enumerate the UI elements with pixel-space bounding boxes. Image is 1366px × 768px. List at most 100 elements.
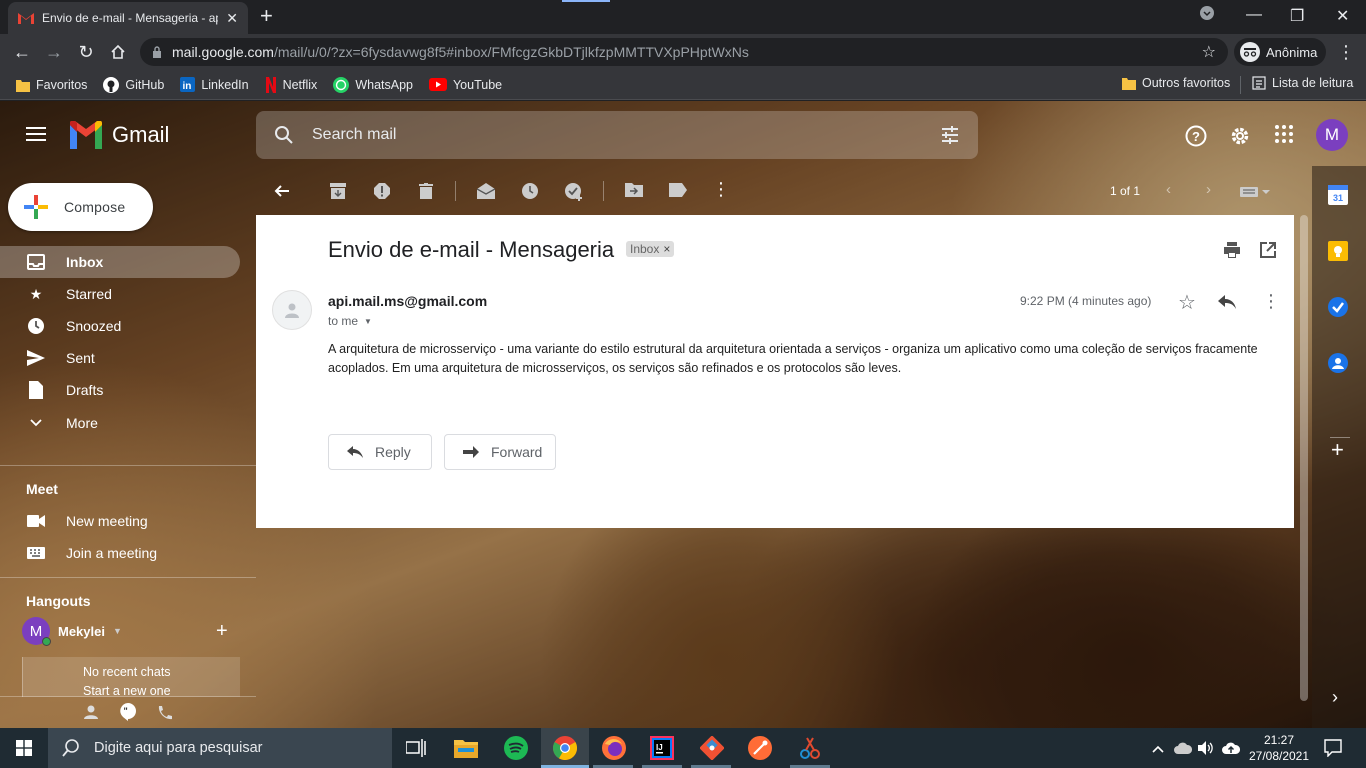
report-spam-icon[interactable] bbox=[374, 183, 390, 199]
new-tab-icon[interactable]: + bbox=[260, 5, 273, 27]
main-menu-icon[interactable] bbox=[26, 127, 46, 145]
file-explorer-icon[interactable] bbox=[452, 734, 480, 762]
incognito-profile-button[interactable]: Anônima bbox=[1234, 38, 1326, 66]
firefox-icon[interactable] bbox=[600, 734, 628, 762]
notifications-icon[interactable] bbox=[1324, 739, 1342, 757]
search-options-icon[interactable] bbox=[940, 125, 960, 145]
meet-new-meeting[interactable]: New meeting bbox=[0, 505, 240, 537]
minimize-icon[interactable]: — bbox=[1246, 6, 1262, 24]
sidebar-item-snoozed[interactable]: Snoozed bbox=[0, 310, 240, 342]
compose-button[interactable]: Compose bbox=[8, 183, 153, 231]
system-clock[interactable]: 21:27 27/08/2021 bbox=[1244, 732, 1314, 764]
sender-avatar bbox=[272, 290, 312, 330]
calendar-icon[interactable]: 31 bbox=[1328, 185, 1348, 205]
tab-close-icon[interactable]: ✕ bbox=[226, 10, 238, 27]
reply-button[interactable]: Reply bbox=[328, 434, 432, 470]
search-input[interactable]: Search mail bbox=[312, 126, 396, 144]
start-new-chat-link[interactable]: Start a new one bbox=[83, 682, 240, 701]
move-to-icon[interactable] bbox=[625, 183, 643, 197]
restore-icon[interactable]: ❐ bbox=[1290, 6, 1304, 26]
hangouts-chat-icon[interactable]: " bbox=[119, 703, 137, 721]
chevron-right-icon[interactable]: › bbox=[1206, 181, 1211, 198]
reply-icon[interactable] bbox=[1218, 295, 1236, 309]
sidebar-item-sent[interactable]: Sent bbox=[0, 342, 240, 374]
bookmark-netflix[interactable]: Netflix bbox=[257, 76, 326, 93]
scrollbar-thumb[interactable] bbox=[1300, 215, 1308, 701]
tasks-icon[interactable] bbox=[1328, 297, 1348, 317]
bookmark-favoritos[interactable]: Favoritos bbox=[0, 78, 95, 92]
tab-search-icon[interactable] bbox=[1200, 6, 1214, 25]
home-icon[interactable] bbox=[108, 42, 128, 62]
reload-icon[interactable]: ↻ bbox=[76, 42, 96, 62]
label-tag-icon[interactable] bbox=[669, 183, 687, 197]
onedrive-cloud-icon[interactable] bbox=[1174, 742, 1192, 754]
chevron-down-icon[interactable]: ▼ bbox=[364, 317, 372, 326]
bookmark-star-icon[interactable]: ☆ bbox=[1202, 42, 1216, 62]
intellij-icon[interactable]: IJ bbox=[648, 734, 676, 762]
help-icon[interactable]: ? bbox=[1185, 125, 1207, 147]
delete-trash-icon[interactable] bbox=[419, 183, 433, 199]
snooze-clock-icon[interactable] bbox=[522, 183, 538, 199]
apps-grid-icon[interactable] bbox=[1275, 125, 1293, 143]
snipping-tool-icon[interactable] bbox=[796, 734, 824, 762]
bookmark-youtube[interactable]: YouTube bbox=[421, 78, 510, 92]
cloud-upload-icon[interactable] bbox=[1222, 741, 1240, 755]
open-new-window-icon[interactable] bbox=[1260, 242, 1276, 258]
archive-icon[interactable] bbox=[330, 183, 346, 199]
browser-tab[interactable]: Envio de e-mail - Mensageria - api ✕ bbox=[8, 2, 248, 34]
phone-icon[interactable] bbox=[157, 705, 173, 721]
bookmark-reading-list[interactable]: Lista de leitura bbox=[1244, 76, 1361, 90]
contacts-icon[interactable] bbox=[1328, 353, 1348, 373]
search-bar[interactable]: Search mail bbox=[256, 111, 978, 159]
spotify-icon[interactable] bbox=[502, 734, 530, 762]
inbox-icon bbox=[26, 254, 46, 270]
task-view-icon[interactable] bbox=[406, 739, 426, 757]
more-options-icon[interactable]: ⋮ bbox=[1262, 291, 1280, 312]
forward-icon[interactable]: → bbox=[44, 42, 64, 62]
forward-button[interactable]: Forward bbox=[444, 434, 556, 470]
print-icon[interactable] bbox=[1224, 242, 1240, 258]
search-icon[interactable] bbox=[274, 125, 294, 145]
main-scrollbar[interactable] bbox=[1298, 215, 1310, 701]
star-icon[interactable]: ☆ bbox=[1178, 290, 1196, 315]
bookmark-linkedin[interactable]: in LinkedIn bbox=[172, 77, 256, 92]
sidebar-item-more[interactable]: More bbox=[0, 407, 240, 439]
sidebar-item-drafts[interactable]: Drafts bbox=[0, 374, 240, 406]
bookmark-outros-favoritos[interactable]: Outros favoritos bbox=[1114, 76, 1238, 90]
meet-join-meeting[interactable]: Join a meeting bbox=[0, 537, 240, 569]
show-hidden-icons-chevron-icon[interactable] bbox=[1152, 740, 1164, 756]
address-bar[interactable]: mail.google.com/mail/u/0/?zx=6fysdavwg8f… bbox=[140, 38, 1228, 66]
account-avatar[interactable]: M bbox=[1316, 119, 1348, 151]
sidebar-item-inbox[interactable]: Inbox bbox=[0, 246, 240, 278]
keep-notes-icon[interactable] bbox=[1328, 241, 1348, 261]
sidebar-item-starred[interactable]: ★ Starred bbox=[0, 278, 240, 310]
taskbar-search-box[interactable]: Digite aqui para pesquisar bbox=[48, 728, 392, 768]
sender-email[interactable]: api.mail.ms@gmail.com bbox=[328, 293, 487, 309]
settings-gear-icon[interactable] bbox=[1229, 125, 1251, 147]
input-tools-keyboard-icon[interactable] bbox=[1240, 187, 1270, 197]
recipient-details[interactable]: to me ▼ bbox=[328, 314, 372, 328]
show-side-panel-chevron-icon[interactable]: › bbox=[1332, 687, 1338, 708]
gmail-logo[interactable]: Gmail bbox=[68, 121, 169, 149]
back-to-inbox-icon[interactable] bbox=[274, 183, 290, 199]
more-actions-icon[interactable]: ⋮ bbox=[712, 180, 730, 198]
add-chat-icon[interactable]: + bbox=[216, 621, 228, 641]
get-addons-plus-icon[interactable]: + bbox=[1331, 439, 1344, 461]
volume-speaker-icon[interactable] bbox=[1198, 741, 1214, 755]
remove-label-icon[interactable]: × bbox=[663, 242, 670, 256]
chevron-left-icon[interactable]: ‹ bbox=[1166, 181, 1171, 198]
bookmark-github[interactable]: GitHub bbox=[95, 76, 172, 93]
bookmark-whatsapp[interactable]: WhatsApp bbox=[325, 76, 421, 93]
postman-icon[interactable] bbox=[746, 734, 774, 762]
back-icon[interactable]: ← bbox=[12, 42, 32, 62]
git-kraken-icon[interactable] bbox=[698, 734, 726, 762]
windows-start-icon[interactable] bbox=[16, 740, 32, 756]
close-window-icon[interactable]: ✕ bbox=[1336, 6, 1349, 26]
mark-unread-icon[interactable] bbox=[477, 183, 495, 199]
browser-menu-icon[interactable]: ⋮ bbox=[1336, 42, 1356, 62]
chevron-down-icon[interactable]: ▼ bbox=[113, 626, 122, 636]
chrome-icon[interactable] bbox=[551, 734, 579, 762]
add-to-tasks-icon[interactable] bbox=[565, 183, 583, 201]
hangouts-user[interactable]: M Mekylei ▼ bbox=[22, 617, 122, 646]
contacts-person-icon[interactable] bbox=[84, 705, 98, 719]
